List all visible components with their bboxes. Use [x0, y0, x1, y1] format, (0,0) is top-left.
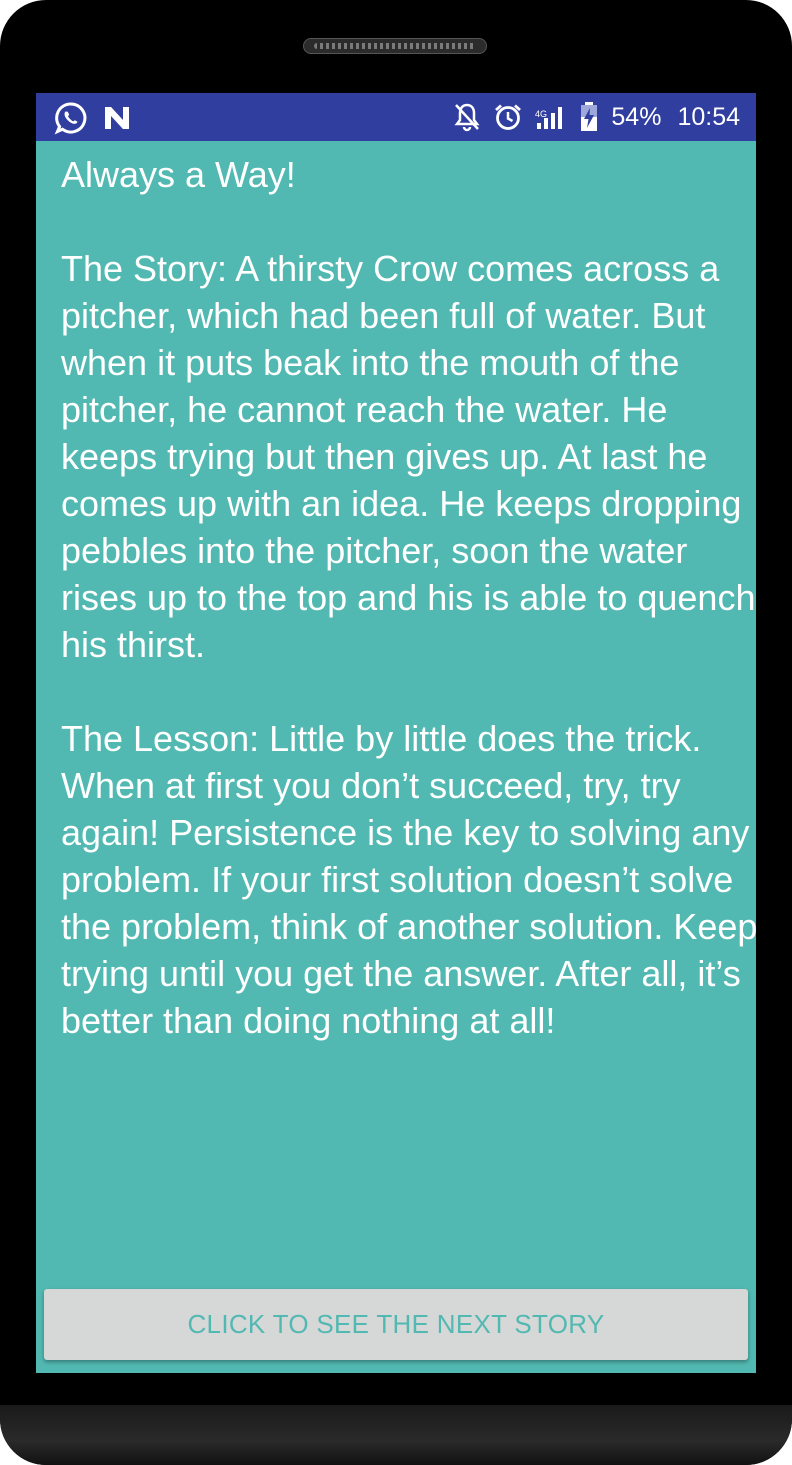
status-bar-notifications [54, 101, 132, 135]
status-bar-system: 4G 54% 10:54 [453, 93, 740, 141]
status-clock: 10:54 [677, 102, 740, 131]
signal-icon: 4G [535, 103, 567, 131]
svg-text:4G: 4G [535, 109, 547, 119]
battery-percentage: 54% [611, 102, 662, 131]
story-title: Always a Way! [61, 154, 296, 195]
story-lesson: The Lesson: Little by little does the tr… [61, 718, 756, 1041]
story-body: The Story: A thirsty Crow comes across a… [61, 248, 756, 665]
notifications-off-icon [453, 102, 481, 132]
battery-charging-icon [579, 101, 599, 133]
earpiece-speaker [303, 38, 487, 54]
speaker-grille [314, 43, 476, 49]
phone-bottom-bezel [0, 1405, 792, 1465]
story-content: Always a Way! The Story: A thirsty Crow … [61, 151, 756, 1091]
alarm-icon [493, 102, 523, 132]
n-notification-icon [102, 103, 132, 133]
status-bar: 4G 54% 10:54 [36, 93, 756, 141]
device-screen: 4G 54% 10:54 Always a Way! The Story: A … [36, 93, 756, 1373]
phone-frame: 4G 54% 10:54 Always a Way! The Story: A … [0, 0, 792, 1465]
whatsapp-icon [54, 101, 88, 135]
next-story-button[interactable]: CLICK TO SEE THE NEXT STORY [44, 1289, 748, 1360]
